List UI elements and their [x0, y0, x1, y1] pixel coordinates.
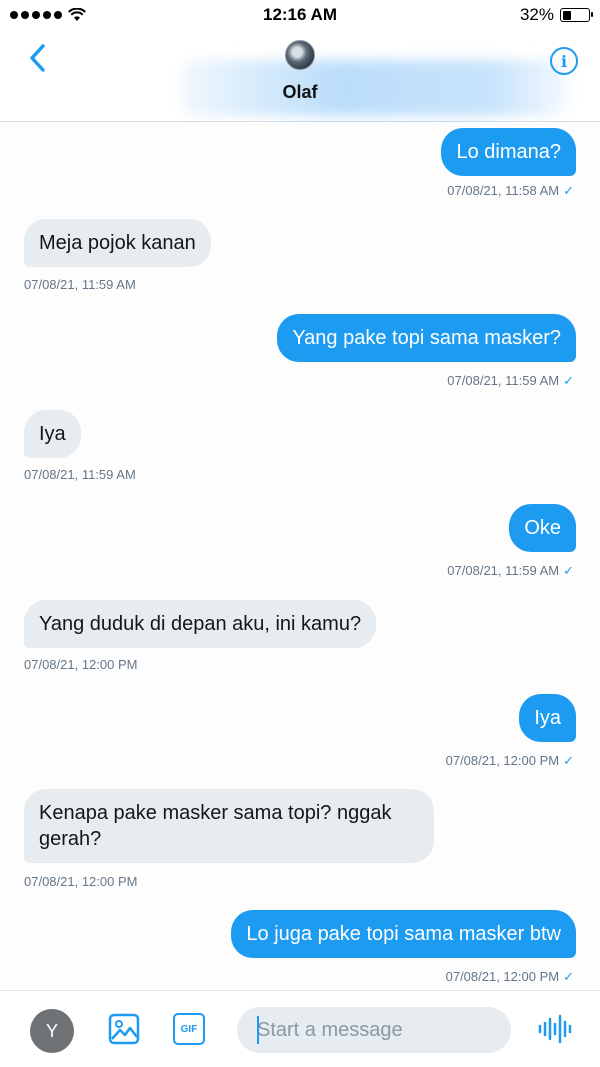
- message-list[interactable]: Lo dimana? 07/08/21, 11:58 AM ✓ Meja pojo…: [0, 123, 600, 990]
- gif-button[interactable]: GIF: [173, 1013, 205, 1045]
- message-composer: Y GIF: [0, 990, 600, 1067]
- message-bubble-incoming[interactable]: Iya: [24, 410, 81, 458]
- read-check-icon: ✓: [563, 183, 574, 198]
- gif-icon: GIF: [180, 1023, 198, 1035]
- message-timestamp: 07/08/21, 11:59 AM ✓: [447, 563, 574, 578]
- text-cursor: [257, 1016, 259, 1044]
- voice-message-button[interactable]: [538, 1013, 572, 1045]
- message-timestamp: 07/08/21, 11:59 AM ✓: [447, 373, 574, 388]
- image-icon: [108, 1013, 140, 1045]
- message-timestamp: 07/08/21, 12:00 PM: [24, 657, 138, 672]
- read-check-icon: ✓: [563, 969, 574, 984]
- image-button[interactable]: [108, 1013, 140, 1045]
- info-button[interactable]: i: [550, 47, 578, 75]
- signal-strength-icon: [10, 11, 62, 19]
- message-timestamp: 07/08/21, 11:58 AM ✓: [447, 183, 574, 198]
- message-timestamp: 07/08/21, 12:00 PM ✓: [445, 753, 574, 768]
- wifi-icon: [68, 8, 86, 21]
- message-input[interactable]: [237, 1007, 511, 1053]
- message-bubble-outgoing[interactable]: Yang pake topi sama masker?: [277, 314, 576, 362]
- signal-indicator: [10, 8, 86, 22]
- battery-level: [562, 10, 572, 20]
- voice-waveform-icon: [538, 1014, 572, 1044]
- info-icon: i: [560, 51, 568, 71]
- battery-icon: [560, 8, 593, 22]
- contact-avatar[interactable]: [285, 40, 315, 70]
- message-bubble-incoming[interactable]: Meja pojok kanan: [24, 219, 211, 267]
- back-button[interactable]: [22, 40, 52, 76]
- message-timestamp: 07/08/21, 11:59 AM: [24, 277, 136, 292]
- chevron-left-icon: [30, 44, 45, 72]
- message-bubble-outgoing[interactable]: Oke: [509, 504, 576, 552]
- message-bubble-outgoing[interactable]: Lo dimana?: [441, 128, 576, 176]
- message-bubble-incoming[interactable]: Yang duduk di depan aku, ini kamu?: [24, 600, 377, 648]
- read-check-icon: ✓: [563, 563, 574, 578]
- status-bar: 12:16 AM 32%: [0, 0, 600, 30]
- message-timestamp: 07/08/21, 11:59 AM: [24, 467, 136, 482]
- message-bubble-outgoing[interactable]: Lo juga pake topi sama masker btw: [231, 910, 576, 958]
- user-avatar[interactable]: Y: [30, 1009, 74, 1053]
- message-timestamp: 07/08/21, 12:00 PM ✓: [445, 969, 574, 984]
- read-check-icon: ✓: [563, 753, 574, 768]
- contact-name[interactable]: Olaf: [0, 82, 600, 103]
- status-time: 12:16 AM: [262, 5, 337, 24]
- read-check-icon: ✓: [563, 373, 574, 388]
- message-bubble-incoming[interactable]: Kenapa pake masker sama topi? nggak gera…: [24, 789, 434, 863]
- conversation-header: Olaf i: [0, 30, 600, 122]
- battery-percent: 32%: [519, 5, 554, 24]
- message-timestamp: 07/08/21, 12:00 PM: [24, 874, 138, 889]
- message-bubble-outgoing[interactable]: Iya: [519, 694, 576, 742]
